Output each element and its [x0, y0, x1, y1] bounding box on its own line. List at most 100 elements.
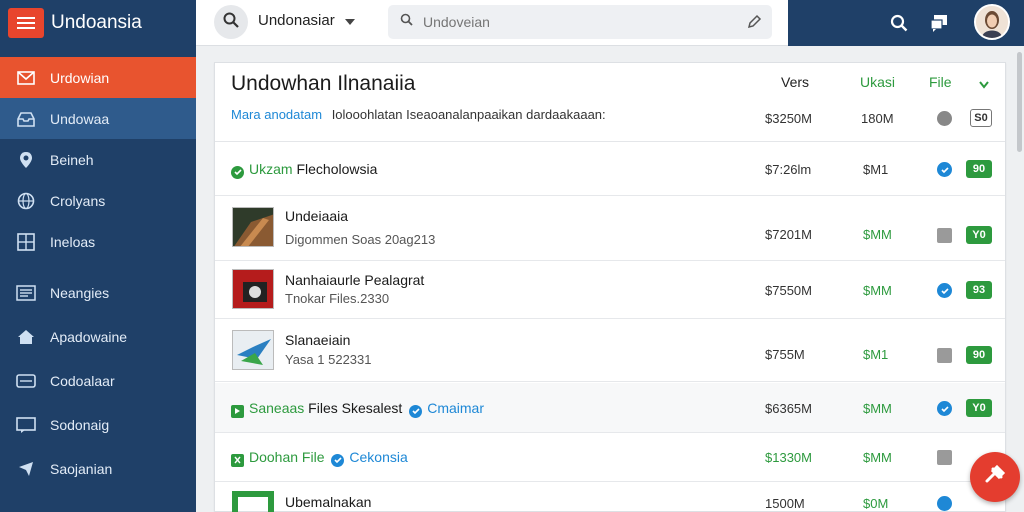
panel-subtitle: Mara anodatam Iolooohlatan Iseaoanalanpa…	[231, 107, 606, 122]
search-icon[interactable]	[888, 12, 910, 34]
subtitle-link[interactable]: Mara anodatam	[231, 107, 322, 122]
sidebar-item-label: Codoalaar	[50, 372, 115, 389]
sidebar-item-crolyans[interactable]: Crolyans	[0, 180, 196, 221]
grid-icon	[16, 232, 36, 251]
region-select-value: Undonasiar	[258, 12, 335, 29]
sidebar-item-beineh[interactable]: Beineh	[0, 139, 196, 180]
row-qty: $M1	[863, 347, 889, 362]
sidebar-item-ineloas[interactable]: Ineloas	[0, 221, 196, 262]
row-badge[interactable]: Y0	[966, 226, 992, 244]
status-icon[interactable]	[937, 111, 952, 126]
table-row[interactable]: Ubemalnakan 1500M $0M	[215, 483, 1005, 512]
row-qty: $MM	[863, 227, 892, 242]
user-avatar[interactable]	[974, 4, 1010, 40]
table-row[interactable]: Saneaas Files Skesalest Cmaimar $6365M $…	[215, 383, 1005, 433]
message-icon	[16, 416, 36, 434]
row-name: Doohan File Cekonsia	[231, 449, 408, 467]
trash-icon[interactable]	[937, 228, 952, 243]
row-meta: Yasa 1 522331	[285, 352, 372, 367]
table-row[interactable]: Doohan File Cekonsia $1330M $MM	[215, 434, 1005, 482]
search-icon	[223, 12, 239, 33]
check-circle-icon	[231, 165, 244, 179]
sidebar-item-codoalaar[interactable]: Codoalaar	[0, 360, 196, 401]
check-icon[interactable]	[937, 162, 952, 177]
home-icon	[16, 328, 36, 346]
table-row[interactable]: Ukzam Flecholowsia $7:26lm $M1 90	[215, 143, 1005, 196]
chevron-down-icon	[344, 12, 355, 29]
row-name: Ukzam Flecholowsia	[231, 161, 377, 179]
edit-icon[interactable]	[746, 14, 762, 35]
search-input[interactable]	[423, 14, 723, 30]
list-icon	[16, 284, 36, 302]
search-field[interactable]	[388, 5, 772, 39]
row-price: $1330M	[765, 450, 812, 465]
row-name: Nanhaiaurle Pealagrat	[285, 272, 425, 288]
row-badge[interactable]: 93	[966, 281, 992, 299]
column-header-price[interactable]: Vers	[781, 74, 809, 90]
row-meta: Digommen Soas 20ag213	[285, 232, 436, 247]
check-circle-icon	[409, 404, 423, 418]
sidebar-item-label: Urdowian	[50, 69, 110, 86]
app-title: Undoansia	[51, 12, 142, 33]
sidebar-item-saojanian[interactable]: Saojanian	[0, 448, 196, 489]
column-header-qty[interactable]: Ukasi	[860, 74, 895, 90]
pin-icon	[16, 151, 36, 169]
header-badge[interactable]: S0	[970, 109, 992, 127]
table-row[interactable]: Undeiaaia Digommen Soas 20ag213 $7201M $…	[215, 197, 1005, 261]
header-price: $3250M	[765, 111, 812, 126]
chevron-down-icon[interactable]	[979, 76, 989, 92]
chat-icon[interactable]	[928, 12, 950, 34]
row-qty: $MM	[863, 450, 892, 465]
panel-title: Undowhan Ilnanaiia	[231, 72, 416, 95]
top-bar: Undonasiar	[196, 0, 788, 46]
row-price: $7550M	[765, 283, 812, 298]
floating-action-button[interactable]	[970, 452, 1020, 502]
sidebar-item-label: Apadowaine	[50, 328, 128, 345]
sidebar-item-label: Beineh	[50, 151, 94, 168]
sidebar-item-neangies[interactable]: Neangies	[0, 272, 196, 313]
card-icon	[16, 372, 36, 390]
row-price: $7:26lm	[765, 162, 812, 177]
sidebar-item-label: Undowaa	[50, 110, 110, 127]
row-thumbnail	[232, 330, 274, 370]
trash-icon[interactable]	[937, 348, 952, 363]
sidebar-nav: Urdowian Undowaa Beineh Crolyans Ineloas…	[0, 57, 196, 489]
scrollbar[interactable]	[1017, 52, 1022, 152]
check-icon[interactable]	[937, 283, 952, 298]
row-name: Ubemalnakan	[285, 494, 372, 510]
file-icon	[231, 404, 244, 418]
check-icon[interactable]	[937, 401, 952, 416]
sidebar-item-urdowian[interactable]: Urdowian	[0, 57, 196, 98]
hamburger-menu-button[interactable]	[8, 8, 44, 38]
row-badge[interactable]: 90	[966, 160, 992, 178]
table-row[interactable]: Nanhaiaurle Pealagrat Tnokar Files.2330 …	[215, 262, 1005, 319]
header-qty: 180M	[861, 111, 894, 126]
sidebar-item-undowaa[interactable]: Undowaa	[0, 98, 196, 139]
sidebar: Undoansia Urdowian Undowaa Beineh Crolya…	[0, 0, 196, 512]
region-select[interactable]: Undonasiar	[258, 12, 355, 29]
search-button[interactable]	[214, 5, 248, 39]
table-row[interactable]: Slanaeiain Yasa 1 522331 $755M $M1 90	[215, 320, 1005, 382]
subtitle-text: Iolooohlatan Iseaoanalanpaaikan dardaaka…	[331, 107, 606, 122]
row-meta: Tnokar Files.2330	[285, 291, 390, 306]
row-thumbnail	[232, 207, 274, 247]
column-header-file[interactable]: File	[929, 74, 952, 90]
row-qty: $0M	[863, 496, 889, 511]
row-badge[interactable]: Y0	[966, 399, 992, 417]
sidebar-item-apadowaine[interactable]: Apadowaine	[0, 316, 196, 357]
row-price: 1500M	[765, 496, 805, 511]
search-icon	[400, 13, 413, 31]
row-price: $7201M	[765, 227, 812, 242]
row-name: Slanaeiain	[285, 332, 351, 348]
trash-icon[interactable]	[937, 450, 952, 465]
row-thumbnail	[232, 491, 274, 512]
file-icon	[231, 453, 244, 467]
row-badge[interactable]: 90	[966, 346, 992, 364]
inbox-icon	[16, 110, 36, 128]
sidebar-item-label: Crolyans	[50, 192, 106, 209]
sidebar-item-sodonaig[interactable]: Sodonaig	[0, 404, 196, 445]
check-icon[interactable]	[937, 496, 952, 511]
check-circle-icon	[331, 453, 345, 467]
row-qty: $MM	[863, 283, 892, 298]
globe-icon	[16, 192, 36, 210]
